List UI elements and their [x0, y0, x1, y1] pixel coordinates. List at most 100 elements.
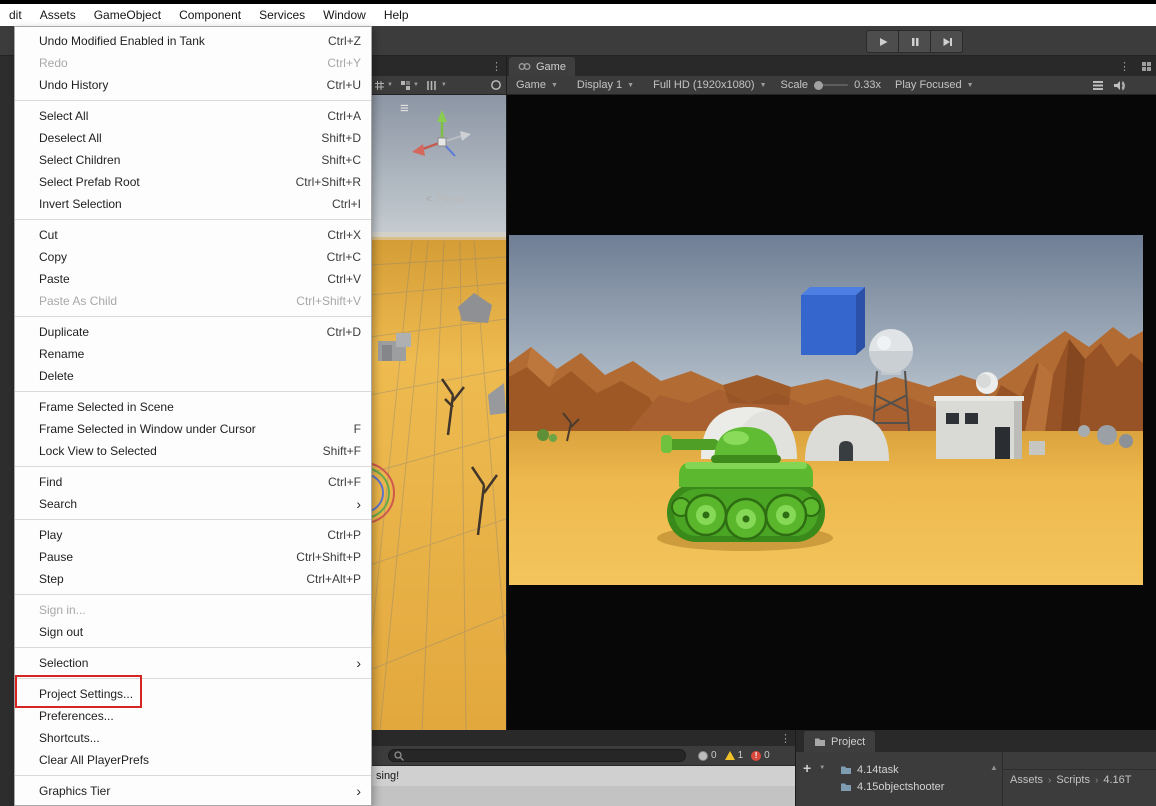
folder-item-414task[interactable]: 4.14task	[840, 762, 944, 777]
menu-item-label: Sign out	[39, 625, 84, 639]
menu-item-select-prefab-root[interactable]: Select Prefab Root Ctrl+Shift+R	[15, 171, 371, 193]
scale-slider-knob[interactable]	[814, 80, 824, 90]
menu-item-undo-modified[interactable]: Undo Modified Enabled in Tank Ctrl+Z	[15, 30, 371, 52]
menu-item-select-children[interactable]: Select Children Shift+C	[15, 149, 371, 171]
menubar: dit Assets GameObject Component Services…	[0, 4, 1156, 26]
menu-item-label: Rename	[39, 347, 85, 361]
menu-item-select-all[interactable]: Select All Ctrl+A	[15, 105, 371, 127]
game-panel-menu-icon[interactable]: ⋮	[1114, 60, 1135, 73]
menu-item-lock-view-to-selected[interactable]: Lock View to Selected Shift+F	[15, 440, 371, 462]
menu-item-shortcut: Shift+D	[321, 131, 361, 145]
menu-item-deselect-all[interactable]: Deselect All Shift+D	[15, 127, 371, 149]
folder-label: 4.14task	[857, 763, 899, 776]
scroll-up-icon[interactable]: ▲	[990, 763, 998, 772]
snap-increment-dropdown[interactable]: ▼	[426, 80, 447, 91]
error-count-toggle[interactable]: ! 0	[751, 750, 770, 761]
menu-separator	[15, 391, 371, 392]
menu-item-clear-all-playerprefs[interactable]: Clear All PlayerPrefs	[15, 749, 371, 771]
menu-item-step[interactable]: Step Ctrl+Alt+P	[15, 568, 371, 590]
scene-camera-button[interactable]	[490, 79, 502, 91]
console-search-input[interactable]	[388, 749, 686, 762]
chevron-down-icon: ▼	[759, 81, 767, 89]
scene-panel: ⋮ ▼ ▼ ▼ ≡ < Persp	[370, 56, 506, 730]
menu-item-shortcut: Ctrl+Y	[327, 56, 361, 70]
display-dropdown[interactable]: Display 1 ▼	[572, 76, 639, 95]
snap-settings-dropdown[interactable]: ▼	[400, 80, 419, 91]
console-panel-menu-icon[interactable]: ⋮	[775, 732, 795, 745]
stats-icon[interactable]	[1092, 80, 1104, 91]
menu-item-undo-history[interactable]: Undo History Ctrl+U	[15, 74, 371, 96]
game-toolbar: Game ▼ Display 1 ▼ Full HD (1920x1080) ▼…	[507, 76, 1156, 95]
menubar-item-edit[interactable]: dit	[0, 4, 31, 26]
menu-item-paste-as-child[interactable]: Paste As Child Ctrl+Shift+V	[15, 290, 371, 312]
step-button[interactable]	[930, 30, 963, 53]
project-right-column: Assets › Scripts › 4.16T	[1003, 752, 1156, 806]
resolution-dropdown[interactable]: Full HD (1920x1080) ▼	[648, 76, 771, 95]
layout-grid-icon[interactable]	[1141, 61, 1152, 72]
menu-item-sign-out[interactable]: Sign out	[15, 621, 371, 643]
menubar-item-services[interactable]: Services	[250, 4, 314, 26]
menu-item-find[interactable]: Find Ctrl+F	[15, 471, 371, 493]
menu-item-delete[interactable]: Delete	[15, 365, 371, 387]
menu-item-shortcut: Ctrl+I	[331, 197, 361, 211]
warning-icon	[724, 751, 735, 760]
menubar-item-help[interactable]: Help	[375, 4, 418, 26]
menubar-item-gameobject[interactable]: GameObject	[85, 4, 170, 26]
warning-count: 1	[737, 750, 744, 761]
warning-count-toggle[interactable]: 1	[724, 750, 744, 761]
menu-separator	[15, 594, 371, 595]
menu-item-preferences[interactable]: Preferences...	[15, 705, 371, 727]
menu-item-sign-in[interactable]: Sign in...	[15, 599, 371, 621]
breadcrumb-current[interactable]: 4.16T	[1103, 774, 1131, 786]
log-icon	[698, 750, 708, 761]
menubar-item-component[interactable]: Component	[170, 4, 250, 26]
grid-visibility-dropdown[interactable]: ▼	[374, 80, 393, 91]
menu-item-play[interactable]: Play Ctrl+P	[15, 524, 371, 546]
menu-item-rename[interactable]: Rename	[15, 343, 371, 365]
mute-audio-icon[interactable]	[1113, 80, 1126, 91]
scene-panel-menu-icon[interactable]: ⋮	[486, 60, 506, 73]
menu-item-graphics-tier[interactable]: Graphics Tier ›	[15, 780, 371, 802]
menu-item-pause[interactable]: Pause Ctrl+Shift+P	[15, 546, 371, 568]
menu-item-paste[interactable]: Paste Ctrl+V	[15, 268, 371, 290]
menu-item-search[interactable]: Search ›	[15, 493, 371, 515]
tab-game[interactable]: Game	[509, 57, 575, 76]
menu-item-shortcuts[interactable]: Shortcuts...	[15, 727, 371, 749]
menu-separator	[15, 316, 371, 317]
console-log-entry-empty[interactable]	[370, 786, 795, 806]
log-count-toggle[interactable]: 0	[698, 750, 717, 761]
folder-item-415objectshooter[interactable]: 4.15objectshooter	[840, 779, 944, 794]
projection-toggle[interactable]: < Persp	[426, 193, 465, 205]
play-button[interactable]	[866, 30, 899, 53]
menu-item-label: Graphics Tier	[39, 784, 111, 798]
menu-item-redo[interactable]: Redo Ctrl+Y	[15, 52, 371, 74]
game-view[interactable]	[507, 95, 1156, 730]
breadcrumb: Assets › Scripts › 4.16T	[1003, 770, 1156, 786]
create-asset-button[interactable]: + ▼	[803, 760, 825, 776]
menu-item-frame-selected-in-window[interactable]: Frame Selected in Window under Cursor F	[15, 418, 371, 440]
chevron-down-icon: ▼	[550, 81, 558, 89]
menu-item-cut[interactable]: Cut Ctrl+X	[15, 224, 371, 246]
scene-view[interactable]: ≡ < Persp	[370, 95, 506, 730]
breadcrumb-assets[interactable]: Assets	[1010, 774, 1043, 786]
menu-item-frame-selected-in-scene[interactable]: Frame Selected in Scene	[15, 396, 371, 418]
console-log-entry[interactable]: sing!	[370, 766, 795, 786]
menu-item-invert-selection[interactable]: Invert Selection Ctrl+I	[15, 193, 371, 215]
menu-item-selection[interactable]: Selection ›	[15, 652, 371, 674]
console-count-badges: 0 1 ! 0	[698, 750, 770, 761]
menu-item-label: Frame Selected in Window under Cursor	[39, 422, 256, 436]
persp-label: Persp	[435, 193, 465, 205]
breadcrumb-scripts[interactable]: Scripts	[1056, 774, 1090, 786]
game-view-dropdown[interactable]: Game ▼	[511, 76, 563, 95]
pause-button[interactable]	[898, 30, 931, 53]
tab-project[interactable]: Project	[804, 731, 876, 752]
menubar-item-assets[interactable]: Assets	[31, 4, 85, 26]
play-focused-dropdown[interactable]: Play Focused ▼	[890, 76, 979, 95]
scene-overlay-menu-icon[interactable]: ≡	[400, 101, 409, 116]
menubar-item-window[interactable]: Window	[314, 4, 375, 26]
menu-item-copy[interactable]: Copy Ctrl+C	[15, 246, 371, 268]
menu-item-duplicate[interactable]: Duplicate Ctrl+D	[15, 321, 371, 343]
scale-slider[interactable]	[814, 80, 849, 90]
menu-item-label: Select All	[39, 109, 89, 123]
scene-orientation-gizmo[interactable]	[410, 108, 474, 172]
